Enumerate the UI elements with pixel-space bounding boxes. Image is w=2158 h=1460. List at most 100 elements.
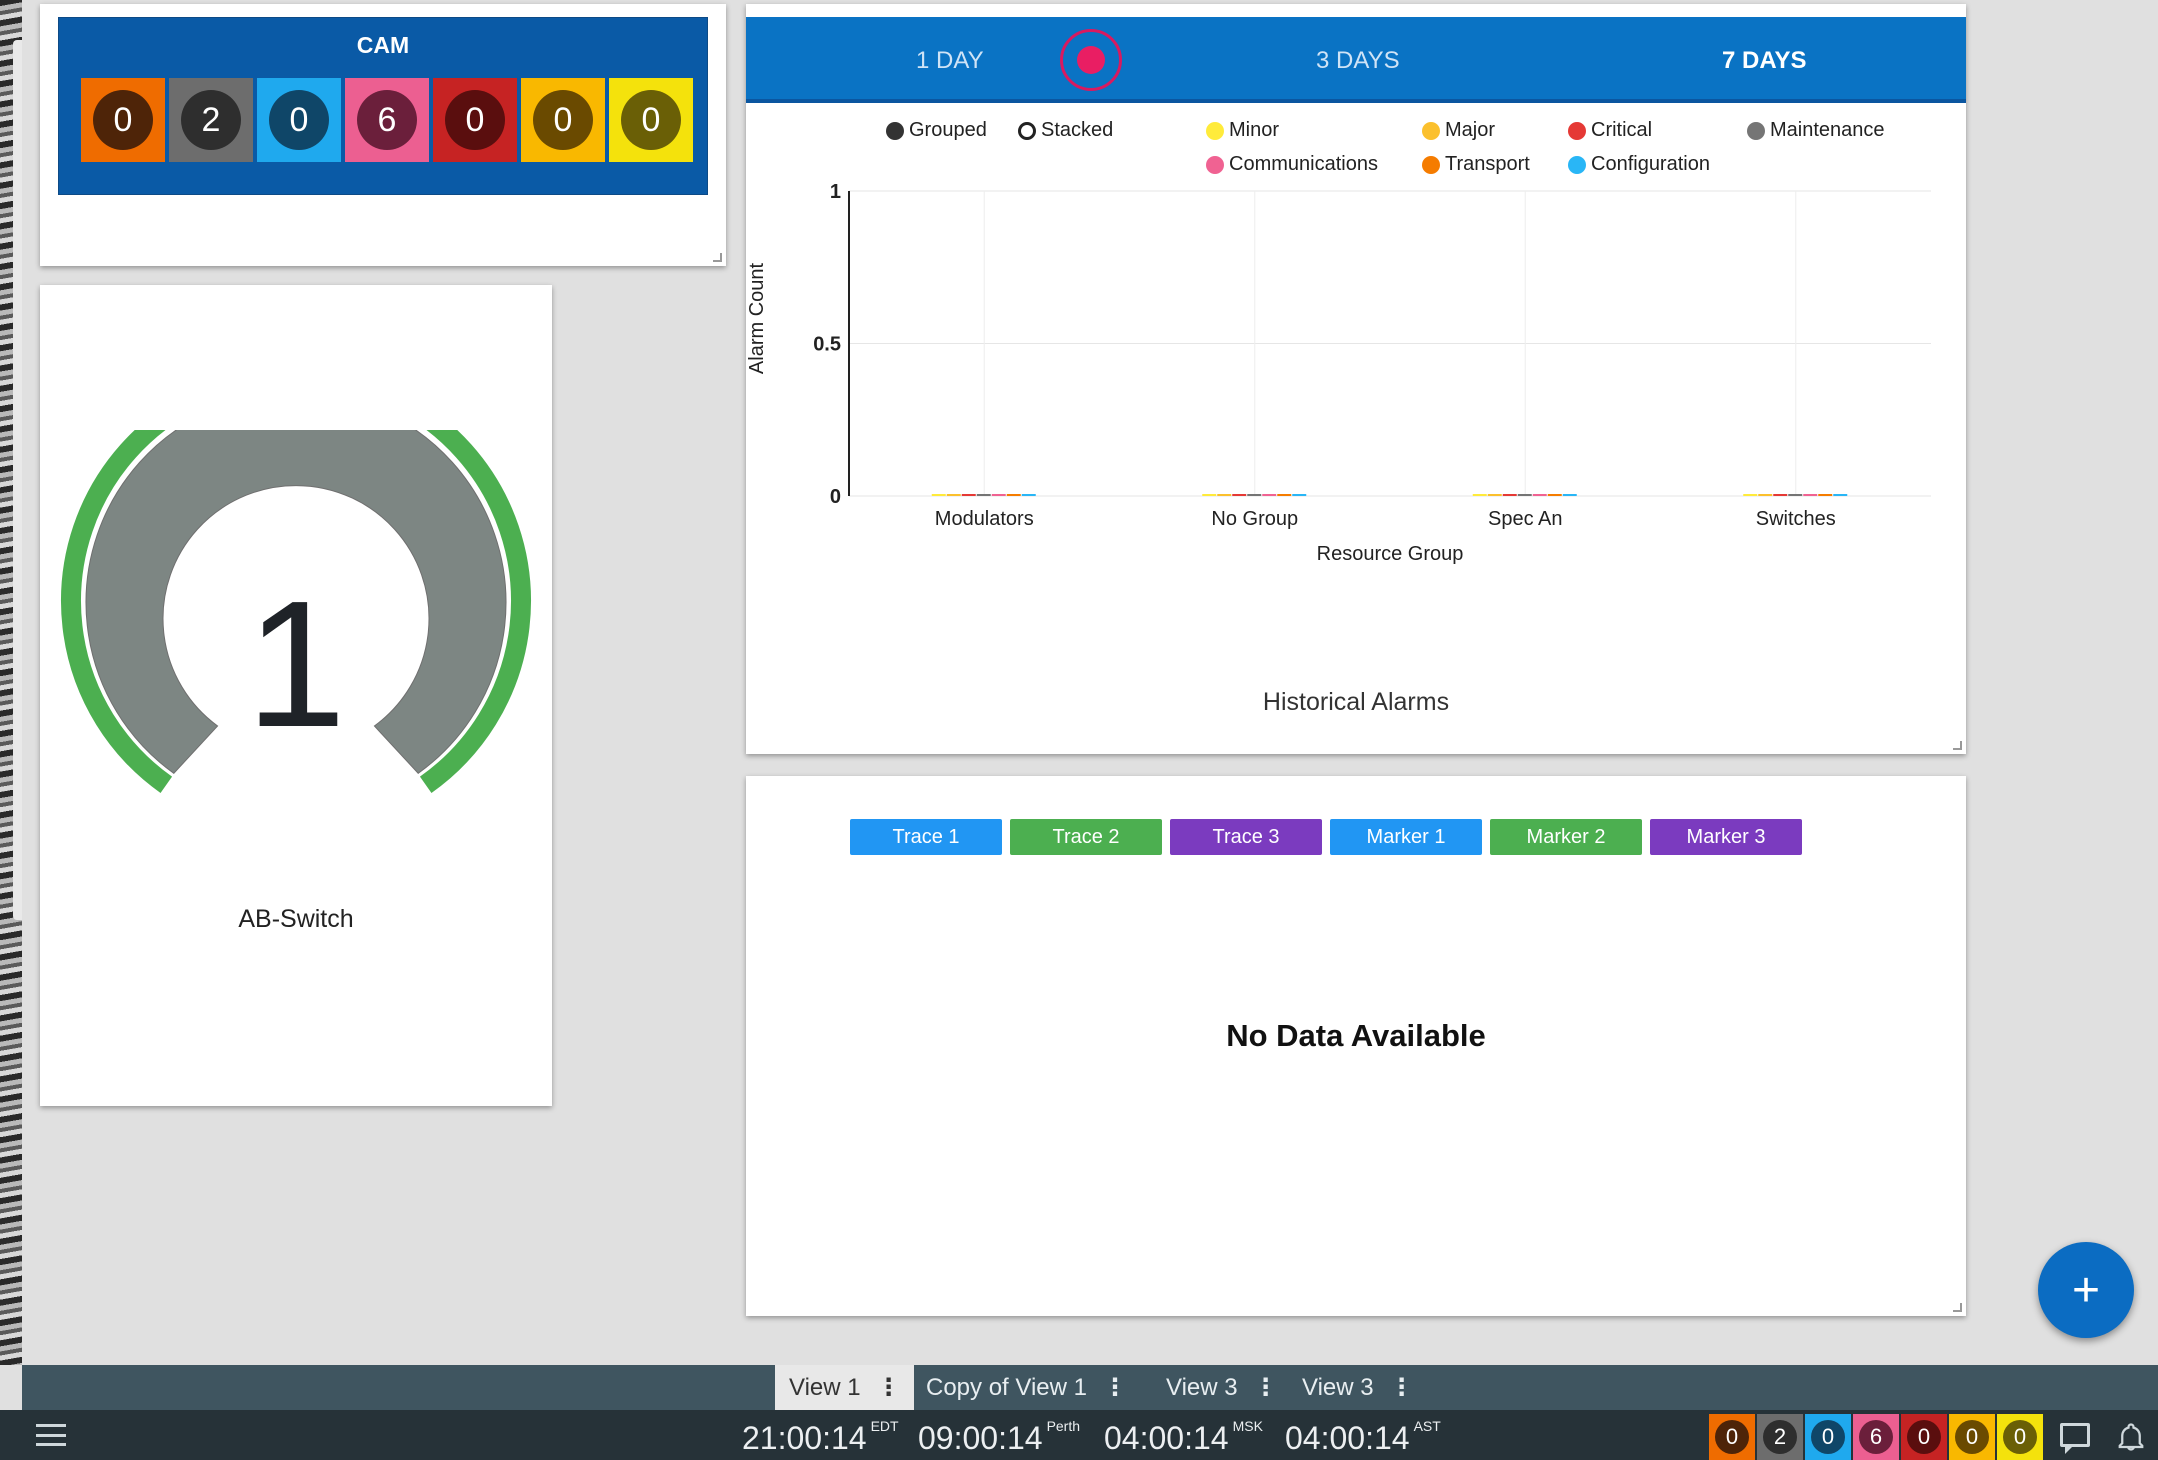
resize-handle[interactable] (713, 253, 722, 262)
view-tab-view-1[interactable]: View 1 ⋮ (775, 1365, 914, 1410)
legend-grouped[interactable]: Grouped (886, 119, 987, 142)
bar-transport (1006, 494, 1021, 496)
bell-icon[interactable] (2116, 1422, 2146, 1452)
marker-1-button[interactable]: Marker 1 (1330, 819, 1482, 855)
cam-count: 2 (181, 90, 241, 150)
range-tab-7-days[interactable]: 7 DAYS (1722, 47, 1807, 75)
cam-title: CAM (356, 32, 410, 58)
cam-box[interactable]: 0 (521, 78, 605, 162)
legend-label: Stacked (1041, 119, 1114, 141)
view-tab-view-3-b[interactable]: View 3 ⋮ (1288, 1365, 1427, 1410)
legend-major[interactable]: Major (1422, 119, 1495, 142)
gauge-widget: 1 AB-Switch (40, 285, 552, 1106)
radio-hollow-icon (1018, 121, 1036, 140)
kebab-menu-icon[interactable]: ⋮ (877, 1373, 901, 1402)
status-box[interactable]: 2 (1757, 1414, 1803, 1460)
cam-count: 6 (357, 90, 417, 150)
bar-transport (1277, 494, 1292, 496)
hamburger-menu-icon[interactable] (36, 1424, 66, 1446)
trace-2-button[interactable]: Trace 2 (1010, 819, 1162, 855)
view-tab-label: View 3 (1302, 1373, 1374, 1401)
clock-msk: 04:00:14 MSK (1104, 1418, 1263, 1456)
trace-3-button[interactable]: Trace 3 (1170, 819, 1322, 855)
status-count: 0 (2003, 1420, 2037, 1454)
status-bar: 21:00:14 EDT 09:00:14 Perth 04:00:14 MSK 04… (0, 1410, 2158, 1460)
bar-transport (1818, 494, 1833, 496)
legend-dot-icon (1422, 121, 1440, 140)
marker-3-button[interactable]: Marker 3 (1650, 819, 1802, 855)
kebab-menu-icon[interactable]: ⋮ (1254, 1373, 1278, 1402)
status-box[interactable]: 0 (1949, 1414, 1995, 1460)
range-tab-1-day[interactable]: 1 DAY (916, 47, 984, 75)
status-count: 0 (1907, 1420, 1941, 1454)
cam-count: 0 (93, 90, 153, 150)
bar-critical (961, 494, 976, 496)
bar-communications (1532, 494, 1547, 496)
range-tab-3-days[interactable]: 3 DAYS (1316, 47, 1400, 75)
bar-minor (1743, 494, 1758, 496)
chat-icon[interactable] (2060, 1423, 2090, 1454)
kebab-menu-icon[interactable]: ⋮ (1103, 1373, 1127, 1402)
trace-button-group: Trace 1 Trace 2 Trace 3 Marker 1 Marker 2 Mar… (850, 819, 1802, 855)
cam-box[interactable]: 2 (169, 78, 253, 162)
cam-widget: CAM 0206000 (40, 4, 726, 266)
bar-configuration (1021, 494, 1036, 496)
status-count: 0 (1715, 1420, 1749, 1454)
trace-1-button[interactable]: Trace 1 (850, 819, 1002, 855)
alarm-summary-counts[interactable]: 0206000 (1709, 1414, 2043, 1460)
y-tick-label: 1 (830, 181, 841, 203)
status-box[interactable]: 0 (1805, 1414, 1851, 1460)
view-tab-copy-of-view-1[interactable]: Copy of View 1 ⋮ (912, 1365, 1140, 1410)
status-count: 0 (1811, 1420, 1845, 1454)
view-tab-label: Copy of View 1 (926, 1373, 1087, 1401)
legend-stacked[interactable]: Stacked (1018, 119, 1113, 142)
historical-alarms-widget: 1 DAY 3 DAYS 7 DAYS Grouped Stacked Mino… (746, 4, 1966, 754)
resize-handle[interactable] (1953, 1303, 1962, 1312)
gauge-label: AB-Switch (238, 905, 354, 933)
cam-box[interactable]: 0 (81, 78, 165, 162)
view-tab-label: View 1 (789, 1373, 861, 1401)
bar-maintenance (1247, 494, 1262, 496)
x-tick-label: Switches (1756, 508, 1836, 530)
no-data-message: No Data Available (1226, 1018, 1486, 1053)
status-box[interactable]: 0 (1997, 1414, 2043, 1460)
status-box[interactable]: 6 (1853, 1414, 1899, 1460)
bar-communications (1803, 494, 1818, 496)
resize-handle[interactable] (1953, 741, 1962, 750)
legend-critical[interactable]: Critical (1568, 119, 1652, 142)
x-tick-label: Modulators (935, 508, 1034, 530)
status-box[interactable]: 0 (1709, 1414, 1755, 1460)
legend-label: Maintenance (1770, 119, 1885, 141)
view-tab-label: View 3 (1166, 1373, 1238, 1401)
cam-box[interactable]: 6 (345, 78, 429, 162)
bar-maintenance (1517, 494, 1532, 496)
legend-minor[interactable]: Minor (1206, 119, 1279, 142)
x-tick-label: No Group (1211, 508, 1298, 530)
marker-2-button[interactable]: Marker 2 (1490, 819, 1642, 855)
bar-major (1758, 494, 1773, 496)
cam-box[interactable]: 0 (609, 78, 693, 162)
cam-box[interactable]: 0 (257, 78, 341, 162)
legend-label: Grouped (909, 119, 987, 141)
kebab-menu-icon[interactable]: ⋮ (1390, 1373, 1414, 1402)
bar-minor (931, 494, 946, 496)
x-axis-label: Resource Group (1317, 543, 1464, 565)
cam-count: 0 (269, 90, 329, 150)
bar-major (946, 494, 961, 496)
bar-communications (1262, 494, 1277, 496)
legend-label: Minor (1229, 119, 1280, 141)
add-widget-button[interactable]: + (2038, 1242, 2134, 1338)
cam-panel[interactable]: CAM 0206000 (58, 17, 708, 195)
bar-configuration (1562, 494, 1577, 496)
bar-maintenance (1788, 494, 1803, 496)
legend-maintenance[interactable]: Maintenance (1747, 119, 1885, 142)
status-box[interactable]: 0 (1901, 1414, 1947, 1460)
radio-filled-icon (886, 121, 904, 140)
y-tick-label: 0.5 (813, 334, 841, 356)
view-tabs-bar: View 1 ⋮ Copy of View 1 ⋮ View 3 ⋮ View … (22, 1365, 2158, 1410)
bar-maintenance (976, 494, 991, 496)
view-tab-view-3[interactable]: View 3 ⋮ (1152, 1365, 1291, 1410)
status-count: 0 (1955, 1420, 1989, 1454)
bar-major (1217, 494, 1232, 496)
cam-box[interactable]: 0 (433, 78, 517, 162)
